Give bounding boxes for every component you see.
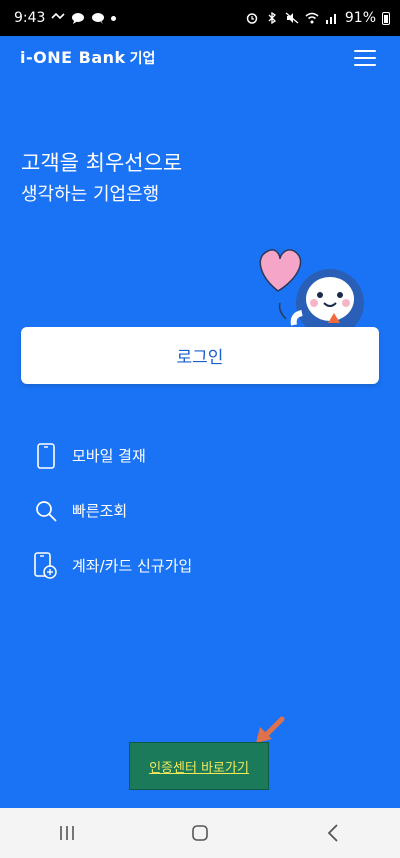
phone-add-icon bbox=[34, 551, 58, 580]
battery-icon bbox=[382, 11, 390, 25]
menu-line-icon bbox=[354, 50, 376, 52]
bluetooth-icon bbox=[268, 12, 276, 24]
cert-center-label: 인증센터 바로가기 bbox=[149, 760, 249, 776]
home-icon bbox=[192, 825, 208, 841]
menu-item-quick-inquiry[interactable]: 빠른조회 bbox=[34, 483, 364, 538]
logo-sub: 기업 bbox=[129, 51, 156, 67]
menu-item-label: 계좌/카드 신규가입 bbox=[72, 557, 193, 575]
home-button[interactable] bbox=[170, 813, 230, 853]
status-time: 9:43 bbox=[14, 10, 46, 26]
system-nav-bar bbox=[0, 808, 400, 858]
mobile-phone-icon bbox=[34, 442, 58, 470]
mute-icon bbox=[285, 12, 299, 24]
cert-center-button[interactable]: 인증센터 바로가기 bbox=[129, 742, 269, 790]
status-left: 9:43 bbox=[14, 10, 117, 26]
menu-item-mobile-approval[interactable]: 모바일 결재 bbox=[34, 428, 364, 483]
menu-item-new-account[interactable]: 계좌/카드 신규가입 bbox=[34, 538, 364, 593]
bank-logo: i-ONE Bank 기업 bbox=[20, 48, 155, 68]
menu-item-label: 빠른조회 bbox=[72, 502, 128, 520]
logo-brand: i-ONE Bank bbox=[20, 48, 126, 67]
recent-apps-button[interactable] bbox=[37, 813, 97, 853]
alarm-icon bbox=[246, 13, 258, 24]
menu-line-icon bbox=[354, 64, 376, 66]
more-notifications-dot bbox=[111, 15, 117, 21]
app-screen: i-ONE Bank 기업 고객을 최우선으로 생각하는 기업은행 로그인 모바… bbox=[0, 36, 400, 808]
status-right: 91% bbox=[245, 10, 390, 26]
status-bar: 9:43 91% bbox=[0, 0, 400, 36]
back-button[interactable] bbox=[303, 813, 363, 853]
message-icon bbox=[92, 13, 105, 24]
login-button[interactable]: 로그인 bbox=[21, 327, 379, 384]
battery-percent: 91% bbox=[344, 10, 376, 26]
signal-icon bbox=[325, 14, 336, 24]
hamburger-menu-button[interactable] bbox=[354, 48, 378, 68]
mascot-character-image bbox=[259, 249, 364, 331]
hero-line-2: 생각하는 기업은행 bbox=[21, 184, 160, 205]
menu-item-label: 모바일 결재 bbox=[72, 447, 146, 465]
search-icon bbox=[34, 497, 58, 525]
back-icon bbox=[328, 824, 338, 842]
notification-icon bbox=[51, 12, 66, 20]
recent-apps-icon bbox=[59, 826, 74, 840]
wifi-icon bbox=[305, 12, 319, 24]
menu-line-icon bbox=[354, 57, 376, 59]
chat-icon bbox=[72, 13, 85, 24]
hero-headline: 고객을 최우선으로 생각하는 기업은행 bbox=[21, 148, 182, 210]
top-bar: i-ONE Bank 기업 bbox=[0, 36, 400, 80]
hero-line-1: 고객을 최우선으로 bbox=[21, 151, 183, 175]
quick-menu-list: 모바일 결재 빠른조회 계좌/카드 신규가입 bbox=[34, 428, 364, 593]
